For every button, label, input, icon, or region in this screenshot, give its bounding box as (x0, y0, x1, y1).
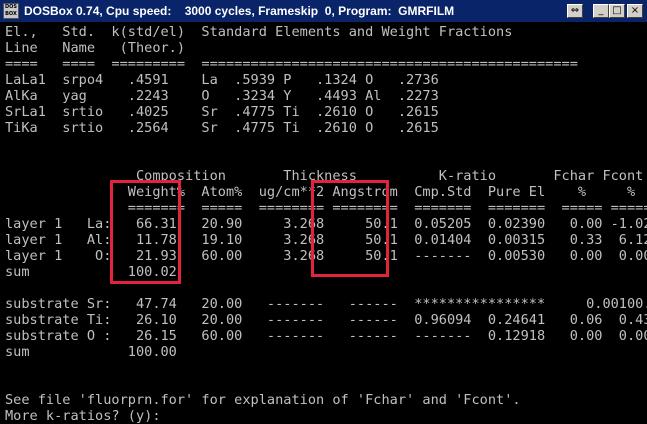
angstrom-column-highlight (311, 180, 389, 277)
console-line: substrate Sr: 47.74 20.00 ------- ------… (5, 296, 647, 312)
dosbox-window: DOS BOX DOSBox 0.74, Cpu speed: 3000 cyc… (0, 0, 647, 424)
close-button[interactable]: × (627, 4, 643, 18)
console-prompt[interactable]: More k-ratios? (y): (5, 408, 161, 424)
weight-column-highlight (110, 180, 181, 284)
console-line: Line Name (Theor.) (5, 40, 186, 56)
console-line: See file 'fluorprn.for' for explanation … (5, 392, 521, 408)
console-line: TiKa srtio .2564 Sr .4775 Ti .2610 O .26… (5, 120, 439, 136)
title-bar[interactable]: DOS BOX DOSBox 0.74, Cpu speed: 3000 cyc… (0, 0, 647, 22)
console-line: LaLa1 srpo4 .4591 La .5939 P .1324 O .27… (5, 72, 439, 88)
console-line: sum 100.00 (5, 344, 177, 360)
dosbox-icon[interactable]: DOS BOX (3, 3, 19, 19)
console-line: ==== ==== ========= ====================… (5, 56, 578, 72)
minimize-button[interactable]: _ (593, 4, 609, 18)
console-line: AlKa yag .2243 O .3234 Y .4493 Al .2273 (5, 88, 439, 104)
console-line: substrate Ti: 26.10 20.00 ------- ------… (5, 312, 647, 328)
console-line: SrLa1 srtio .4025 Sr .4775 Ti .2610 O .2… (5, 104, 439, 120)
maximize-button[interactable]: □ (609, 4, 625, 18)
console-line: El., Std. k(std/el) Standard Elements an… (5, 24, 513, 40)
resize-icon[interactable]: ⇔ (567, 4, 583, 18)
console-screen[interactable]: El., Std. k(std/el) Standard Elements an… (0, 22, 647, 424)
window-title: DOSBox 0.74, Cpu speed: 3000 cycles, Fra… (24, 4, 455, 18)
console-line: substrate O : 26.15 60.00 ------- ------… (5, 328, 647, 344)
